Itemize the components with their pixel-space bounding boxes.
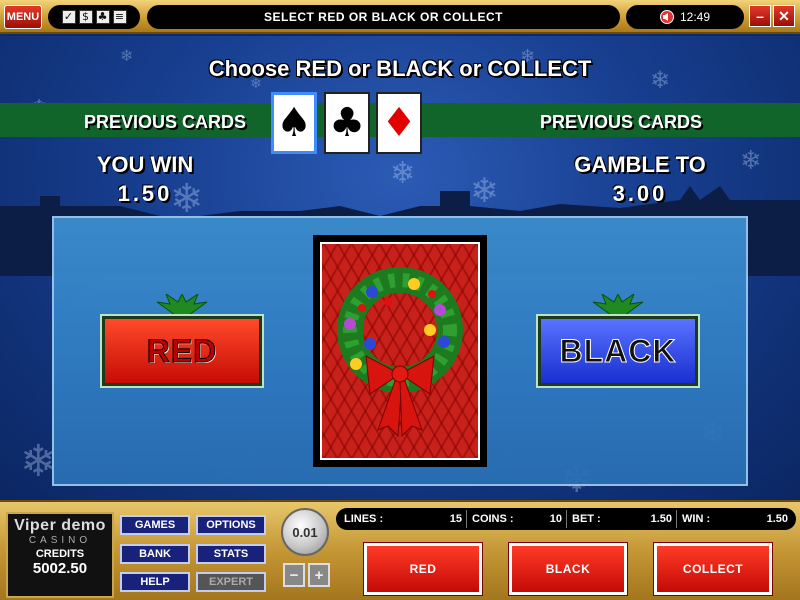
casino-logo: Viper demo CASINO CREDITS 5002.50	[6, 512, 114, 598]
win-label: WIN :	[682, 513, 711, 525]
stats-button[interactable]: STATS	[196, 544, 266, 564]
logo-subtext: CASINO	[28, 535, 92, 546]
card-back	[320, 242, 480, 460]
tools-bar: ✓ $ ♣ ≡	[48, 5, 140, 29]
bank-button[interactable]: BANK	[120, 544, 190, 564]
you-win-label: YOU WIN	[96, 152, 194, 177]
bet-value: 1.50	[650, 513, 672, 525]
coin-value-display[interactable]: 0.01	[281, 508, 329, 556]
black-choice-button[interactable]: BLACK	[536, 314, 700, 388]
help-button[interactable]: HELP	[120, 572, 190, 592]
diamond-icon: ♦	[381, 100, 417, 146]
info-divider	[566, 510, 567, 528]
gamble-card	[313, 235, 487, 467]
money-icon[interactable]: $	[78, 10, 93, 24]
clock-display: 12:49	[626, 5, 744, 29]
gamble-area: ❄ ❄ ❄ ❄ ❄ ❄ ❄ ❄ ❄ ❄ ❄ ❄ Choose RED or BL…	[0, 36, 800, 500]
credits-value: 5002.50	[32, 560, 88, 577]
cards-icon[interactable]: ♣	[95, 10, 110, 24]
status-message: SELECT RED OR BLACK OR COLLECT	[147, 5, 620, 29]
wreath-icon	[337, 267, 463, 438]
clock-time: 12:49	[679, 10, 711, 24]
previous-cards-label-right: PREVIOUS CARDS	[540, 112, 703, 132]
red-button[interactable]: RED	[363, 542, 483, 596]
gamble-to-label: GAMBLE TO	[574, 152, 706, 177]
check-icon[interactable]: ✓	[61, 10, 76, 24]
top-bar: MENU ✓ $ ♣ ≡ SELECT RED OR BLACK OR COLL…	[0, 0, 800, 34]
lines-label: LINES :	[344, 513, 384, 525]
info-divider	[466, 510, 467, 528]
collect-button[interactable]: COLLECT	[653, 542, 773, 596]
previous-cards-label-left: PREVIOUS CARDS	[84, 112, 247, 132]
win-value: 1.50	[766, 513, 788, 525]
minimize-button[interactable]: –	[749, 5, 771, 27]
lines-value: 15	[449, 513, 462, 525]
coins-value: 10	[549, 513, 562, 525]
close-button[interactable]: ✕	[773, 5, 795, 27]
info-divider	[676, 510, 677, 528]
snowflake-icon: ❄	[740, 146, 762, 176]
red-choice-button[interactable]: RED	[100, 314, 264, 388]
previous-card-diamond: ♦	[376, 92, 422, 154]
expert-button[interactable]: EXPERT	[196, 572, 266, 592]
spade-icon: ♠	[276, 100, 312, 146]
bet-label: BET :	[572, 513, 601, 525]
previous-card-club: ♣	[324, 92, 370, 154]
options-button[interactable]: OPTIONS	[196, 515, 266, 535]
credits-label: CREDITS	[35, 548, 85, 560]
previous-card-spade: ♠	[271, 92, 317, 154]
notes-icon[interactable]: ≡	[112, 10, 127, 24]
black-button[interactable]: BLACK	[508, 542, 628, 596]
menu-button[interactable]: MENU	[4, 5, 42, 29]
gamble-title: Choose RED or BLACK or COLLECT	[208, 56, 592, 81]
club-icon: ♣	[329, 100, 365, 146]
games-button[interactable]: GAMES	[120, 515, 190, 535]
speaker-icon[interactable]	[659, 10, 674, 24]
coins-label: COINS :	[472, 513, 514, 525]
logo-text: Viper demo	[14, 517, 106, 534]
coin-decrease-button[interactable]: −	[283, 563, 305, 587]
bet-info-bar: LINES : 15 COINS : 10 BET : 1.50 WIN : 1…	[336, 508, 796, 530]
coin-increase-button[interactable]: +	[308, 563, 330, 587]
